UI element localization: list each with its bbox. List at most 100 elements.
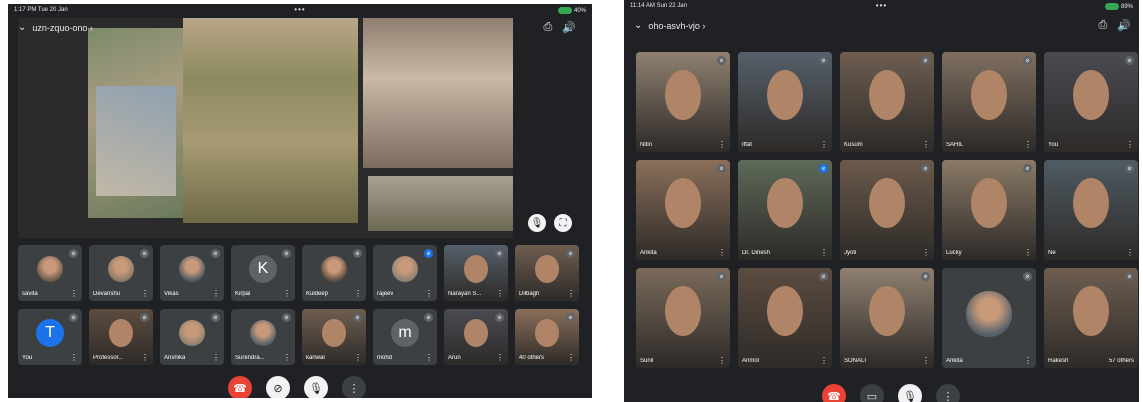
participant-tile[interactable]: ⊘ kanwar ⋮ bbox=[302, 309, 366, 365]
participant-face bbox=[463, 319, 489, 348]
others-count[interactable]: 57 others bbox=[1109, 358, 1134, 364]
multitask-dots[interactable]: ••• bbox=[876, 1, 887, 10]
more-icon[interactable]: ⋮ bbox=[496, 289, 504, 298]
chevron-down-icon[interactable]: ⌄ bbox=[18, 22, 26, 33]
presentation-area[interactable] bbox=[18, 18, 513, 238]
speaker-icon[interactable]: 🔊 bbox=[562, 21, 576, 34]
more-icon[interactable]: ⋮ bbox=[283, 289, 291, 298]
participant-tile[interactable]: ⊘ Sunil ⋮ bbox=[636, 268, 730, 368]
more-icon[interactable]: ⋮ bbox=[425, 353, 433, 362]
participant-tile[interactable]: ⊘ SAHIL ⋮ bbox=[942, 52, 1036, 152]
participant-tile[interactable]: ⊘ Dr. Dinesh ⋮ bbox=[738, 160, 832, 260]
more-icon[interactable]: ⋮ bbox=[212, 289, 220, 298]
end-call-icon[interactable]: ☎ bbox=[822, 384, 846, 402]
speaker-icon[interactable]: 🔊 bbox=[1117, 19, 1131, 32]
more-icon[interactable]: ⋮ bbox=[212, 353, 220, 362]
more-icon[interactable]: ⋮ bbox=[1126, 248, 1134, 257]
participant-tile[interactable]: ⊘ Professor... ⋮ bbox=[89, 309, 153, 365]
more-icon[interactable]: ⋮ bbox=[820, 248, 828, 257]
camera-flip-icon[interactable]: ⎙ bbox=[1098, 19, 1107, 32]
participant-tile[interactable]: ⊘ You ⋮ bbox=[1044, 52, 1138, 152]
mic-icon[interactable]: 🎙 bbox=[528, 214, 546, 232]
participant-tile[interactable]: ⊘ rajeev ⋮ bbox=[373, 245, 437, 301]
fullscreen-icon[interactable]: ⛶ bbox=[554, 214, 572, 232]
more-icon[interactable]: ⋮ bbox=[936, 384, 960, 402]
participant-tile[interactable]: ⊘ Narayan S... ⋮ bbox=[444, 245, 508, 301]
avatar bbox=[391, 255, 419, 283]
more-icon[interactable]: ⋮ bbox=[922, 140, 930, 149]
participant-tile[interactable]: ⊘ Ankita ⋮ bbox=[636, 160, 730, 260]
more-icon[interactable]: ⋮ bbox=[718, 140, 726, 149]
more-icon[interactable]: ⋮ bbox=[1024, 248, 1032, 257]
participant-face bbox=[321, 319, 347, 348]
more-icon[interactable]: ⋮ bbox=[283, 353, 291, 362]
participant-tile[interactable]: ⊘ Anmol ⋮ bbox=[738, 268, 832, 368]
more-icon[interactable]: ⋮ bbox=[354, 353, 362, 362]
participant-tile[interactable]: m ⊘ mohd ⋮ bbox=[373, 309, 437, 365]
more-icon[interactable]: ⋮ bbox=[1024, 140, 1032, 149]
participant-name: Anshika bbox=[164, 355, 186, 361]
participant-tile[interactable]: ⊘ Dilbagh ⋮ bbox=[515, 245, 579, 301]
participant-tile[interactable]: ⊘ Jyoti ⋮ bbox=[840, 160, 934, 260]
participant-tile[interactable]: ⊘ Ankita ⋮ bbox=[942, 268, 1036, 368]
participant-tile[interactable]: ⊘Rakesh⋮57 others bbox=[1044, 268, 1138, 368]
more-icon[interactable]: ⋮ bbox=[567, 353, 575, 362]
more-icon[interactable]: ⋮ bbox=[922, 356, 930, 365]
end-call-icon[interactable]: ☎ bbox=[228, 376, 252, 398]
presented-photo-3 bbox=[363, 18, 513, 168]
more-icon[interactable]: ⋮ bbox=[567, 289, 575, 298]
more-icon[interactable]: ⋮ bbox=[496, 353, 504, 362]
more-icon[interactable]: ⋮ bbox=[342, 376, 366, 398]
battery-icon bbox=[1104, 3, 1119, 10]
participant-tile[interactable]: ⊘ Vikas ⋮ bbox=[160, 245, 224, 301]
participant-tile[interactable]: ⊘ Ne ⋮ bbox=[1044, 160, 1138, 260]
camera-flip-icon[interactable]: ⎙ bbox=[543, 21, 552, 34]
more-icon[interactable]: ⋮ bbox=[70, 353, 78, 362]
more-icon[interactable]: ⋮ bbox=[70, 289, 78, 298]
participant-name: Lucky bbox=[946, 250, 962, 256]
participant-tile[interactable]: ⊘ SONALI ⋮ bbox=[840, 268, 934, 368]
more-icon[interactable]: ⋮ bbox=[922, 248, 930, 257]
participant-tile[interactable]: ⊘ Nitin ⋮ bbox=[636, 52, 730, 152]
video-icon[interactable]: ▭ bbox=[860, 384, 884, 402]
mic-off-icon: ⊘ bbox=[921, 164, 930, 173]
participant-tile[interactable]: ⊘ Anshika ⋮ bbox=[160, 309, 224, 365]
participant-video bbox=[840, 268, 934, 368]
meeting-code[interactable]: oho-asvh-vjo › bbox=[648, 21, 705, 31]
meeting-header[interactable]: ⌄ oho-asvh-vjo › bbox=[634, 20, 705, 31]
participant-tile[interactable]: ⊘ Devanshu ⋮ bbox=[89, 245, 153, 301]
participant-tile[interactable]: ⊘ Kusum ⋮ bbox=[840, 52, 934, 152]
meeting-code[interactable]: uzn-zquo-ono › bbox=[32, 23, 93, 33]
participant-tile[interactable]: ⊘ Kuldeep ⋮ bbox=[302, 245, 366, 301]
participant-tile[interactable]: ⊘ Arun ⋮ bbox=[444, 309, 508, 365]
participant-face bbox=[971, 178, 1007, 228]
mic-off-icon: ⊘ bbox=[140, 313, 149, 322]
meeting-header[interactable]: ⌄ uzn-zquo-ono › bbox=[18, 22, 93, 33]
participant-tile[interactable]: ⊘ Lucky ⋮ bbox=[942, 160, 1036, 260]
more-icon[interactable]: ⋮ bbox=[1126, 140, 1134, 149]
participant-tile[interactable]: T ⊘ You ⋮ bbox=[18, 309, 82, 365]
participant-tile[interactable]: ⊘ savita ⋮ bbox=[18, 245, 82, 301]
more-icon[interactable]: ⋮ bbox=[820, 356, 828, 365]
more-icon[interactable]: ⋮ bbox=[820, 140, 828, 149]
more-icon[interactable]: ⋮ bbox=[141, 289, 149, 298]
mic-icon[interactable]: 🎙 bbox=[898, 384, 922, 402]
more-icon[interactable]: ⋮ bbox=[425, 289, 433, 298]
more-icon[interactable]: ⋮ bbox=[718, 356, 726, 365]
participant-tile[interactable]: ⊘ Iffat ⋮ bbox=[738, 52, 832, 152]
more-icon[interactable]: ⋮ bbox=[141, 353, 149, 362]
participant-tile[interactable]: ⊘ 40 others ⋮ bbox=[515, 309, 579, 365]
more-icon[interactable]: ⋮ bbox=[718, 248, 726, 257]
participant-name: You bbox=[1048, 142, 1059, 148]
more-icon[interactable]: ⋮ bbox=[354, 289, 362, 298]
mic-off-icon: ⊘ bbox=[424, 249, 433, 258]
participant-face bbox=[1073, 70, 1109, 120]
mic-off-icon[interactable]: 🎙 bbox=[304, 376, 328, 398]
multitask-dots[interactable]: ••• bbox=[294, 5, 305, 14]
video-off-icon[interactable]: ⊘ bbox=[266, 376, 290, 398]
more-icon[interactable]: ⋮ bbox=[1024, 356, 1032, 365]
participant-tile[interactable]: K ⊘ Kirpal ⋮ bbox=[231, 245, 295, 301]
chevron-down-icon[interactable]: ⌄ bbox=[634, 20, 642, 31]
participant-tile[interactable]: ⊘ Surendra... ⋮ bbox=[231, 309, 295, 365]
participant-face bbox=[665, 286, 701, 336]
